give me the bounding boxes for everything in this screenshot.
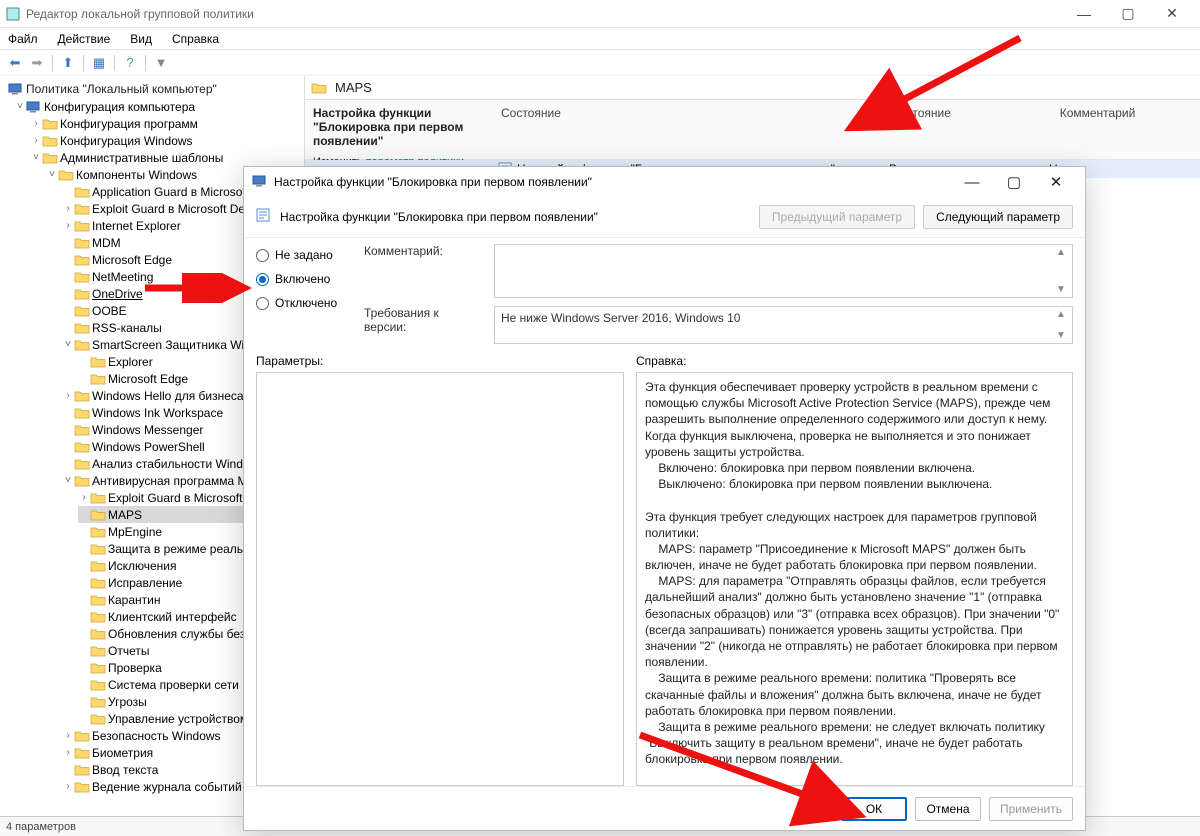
dialog-subicon (256, 208, 272, 227)
column-header-comment[interactable]: Комментарий (995, 104, 1200, 122)
help-button[interactable]: ? (121, 54, 139, 72)
menu-view[interactable]: Вид (126, 30, 156, 48)
params-box (256, 372, 624, 786)
dialog-minimize-button[interactable]: — (951, 174, 993, 191)
menubar: Файл Действие Вид Справка (0, 28, 1200, 50)
folder-icon (311, 81, 327, 94)
requirements-box: Не ниже Windows Server 2016, Windows 10 … (494, 306, 1073, 344)
tree-root-label: Политика "Локальный компьютер" (26, 82, 217, 96)
policy-dialog: Настройка функции "Блокировка при первом… (243, 166, 1086, 831)
help-label: Справка: (636, 354, 1073, 368)
prev-setting-button[interactable]: Предыдущий параметр (759, 205, 915, 229)
back-button[interactable]: ⬅ (6, 54, 24, 72)
menu-file[interactable]: Файл (4, 30, 42, 48)
show-hide-button[interactable]: ▦ (90, 54, 108, 72)
dialog-icon (252, 174, 268, 191)
column-header-state1[interactable]: Состояние (495, 104, 885, 122)
toolbar-divider (145, 55, 146, 71)
apply-button[interactable]: Применить (989, 797, 1073, 821)
titlebar: Редактор локальной групповой политики — … (0, 0, 1200, 28)
dialog-subtitle: Настройка функции "Блокировка при первом… (280, 210, 751, 224)
menu-action[interactable]: Действие (54, 30, 115, 48)
tree-root[interactable]: Политика "Локальный компьютер" (4, 80, 304, 98)
tree-admin-templates[interactable]: ˅Административные шаблоны (30, 149, 304, 166)
app-icon (6, 7, 22, 21)
requirements-label: Требования к версии: (364, 306, 484, 344)
toolbar-divider (83, 55, 84, 71)
up-button[interactable]: ⬆ (59, 54, 77, 72)
window-title: Редактор локальной групповой политики (22, 7, 1062, 21)
radio-enabled[interactable]: Включено (256, 272, 346, 286)
dialog-close-button[interactable]: ✕ (1035, 173, 1077, 191)
help-box: Эта функция обеспечивает проверку устрой… (636, 372, 1073, 786)
minimize-button[interactable]: — (1062, 6, 1106, 22)
folder-name: MAPS (335, 80, 372, 95)
radio-not-configured[interactable]: Не задано (256, 248, 346, 262)
dialog-title: Настройка функции "Блокировка при первом… (268, 175, 951, 189)
params-label: Параметры: (256, 354, 624, 368)
comment-textarea[interactable]: ▲▼ (494, 244, 1073, 298)
tree-software-config[interactable]: ›Конфигурация программ (30, 115, 304, 132)
ok-button[interactable]: ОК (841, 797, 907, 821)
maximize-button[interactable]: ▢ (1106, 5, 1150, 22)
tree-windows-config[interactable]: ›Конфигурация Windows (30, 132, 304, 149)
filter-button[interactable]: ▼ (152, 54, 170, 72)
toolbar-divider (114, 55, 115, 71)
dialog-maximize-button[interactable]: ▢ (993, 173, 1035, 191)
cancel-button[interactable]: Отмена (915, 797, 981, 821)
forward-button[interactable]: ➡ (28, 54, 46, 72)
comment-label: Комментарий: (364, 244, 484, 298)
folder-bar: MAPS (305, 76, 1200, 100)
radio-disabled[interactable]: Отключено (256, 296, 346, 310)
tree-computer-config[interactable]: ˅Конфигурация компьютера (14, 98, 304, 115)
selected-setting-heading: Настройка функции "Блокировка при первом… (313, 106, 487, 148)
next-setting-button[interactable]: Следующий параметр (923, 205, 1073, 229)
close-button[interactable]: ✕ (1150, 5, 1194, 22)
menu-help[interactable]: Справка (168, 30, 223, 48)
toolbar-divider (52, 55, 53, 71)
toolbar: ⬅ ➡ ⬆ ▦ ? ▼ (0, 50, 1200, 76)
column-header-state2[interactable]: Состояние (885, 104, 995, 122)
statusbar-text: 4 параметров (6, 821, 76, 833)
